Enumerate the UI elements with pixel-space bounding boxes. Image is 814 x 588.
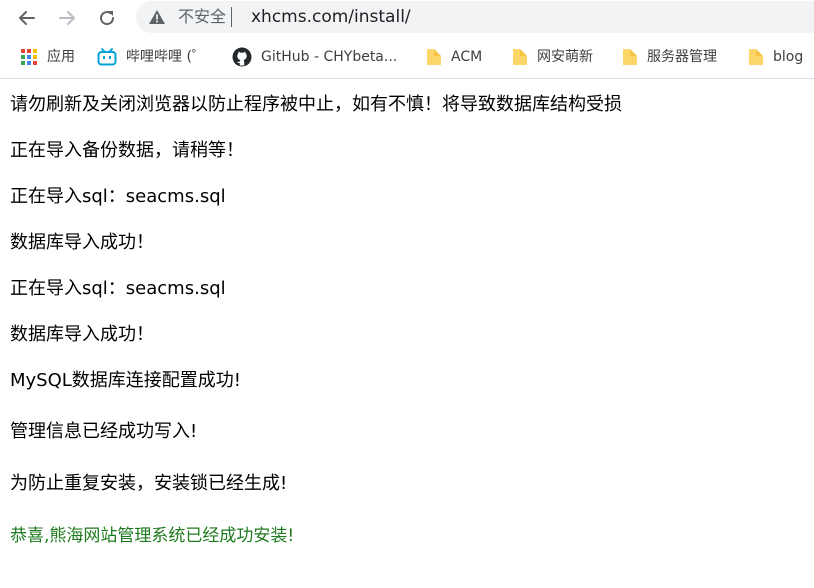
bookmark-apps[interactable]: 应用 bbox=[20, 47, 75, 67]
log-line-importing-sql: 正在导入sql：seacms.sql bbox=[10, 278, 226, 299]
bookmark-folder-acm[interactable]: ACM bbox=[426, 47, 482, 67]
bookmarks-bar: 应用 哔哩哔哩 (゜ GitHub - CHYbeta... ACM 网安萌新 bbox=[0, 36, 814, 79]
url-text[interactable]: xhcms.com/install/ bbox=[251, 7, 411, 27]
bilibili-icon bbox=[97, 48, 117, 66]
log-line-importing-backup: 正在导入备份数据，请稍等！ bbox=[10, 140, 244, 161]
install-success-message: 恭喜,熊海网站管理系统已经成功安装! bbox=[10, 526, 295, 546]
bookmark-label: 应用 bbox=[47, 49, 75, 65]
log-line-mysql-config-success: MySQL数据库连接配置成功! bbox=[10, 370, 242, 391]
log-line-importing-sql: 正在导入sql：seacms.sql bbox=[10, 186, 226, 207]
url-separator bbox=[231, 7, 232, 27]
forward-arrow-icon bbox=[59, 11, 75, 25]
github-icon bbox=[232, 47, 252, 67]
bookmark-folder-server[interactable]: 服务器管理 bbox=[622, 47, 717, 67]
log-line-admin-info-written: 管理信息已经成功写入! bbox=[10, 421, 198, 442]
log-line-db-import-success: 数据库导入成功！ bbox=[10, 324, 154, 345]
bookmark-label: blog bbox=[773, 49, 804, 65]
log-line-install-lock: 为防止重复安装，安装锁已经生成! bbox=[10, 473, 288, 494]
bookmark-label: 网安萌新 bbox=[537, 49, 593, 65]
bookmark-label: 服务器管理 bbox=[647, 49, 717, 65]
bookmark-bilibili[interactable]: 哔哩哔哩 (゜ bbox=[97, 47, 206, 67]
security-label[interactable]: 不安全 bbox=[178, 7, 226, 27]
warning-triangle-icon[interactable] bbox=[148, 9, 166, 25]
folder-icon bbox=[749, 49, 763, 65]
address-bar[interactable]: 不安全 xhcms.com/install/ bbox=[136, 1, 814, 33]
bookmark-github[interactable]: GitHub - CHYbeta... bbox=[232, 47, 397, 67]
bookmark-folder-blog[interactable]: blog bbox=[748, 47, 803, 67]
back-arrow-icon bbox=[19, 11, 35, 25]
folder-icon bbox=[427, 49, 441, 65]
reload-icon bbox=[100, 11, 115, 26]
back-button[interactable] bbox=[14, 5, 40, 31]
folder-icon bbox=[623, 49, 637, 65]
bookmark-folder-security[interactable]: 网安萌新 bbox=[512, 47, 593, 67]
log-line-warning: 请勿刷新及关闭浏览器以防止程序被中止，如有不慎！将导致数据库结构受损 bbox=[10, 94, 622, 115]
folder-icon bbox=[513, 49, 527, 65]
bookmark-label: ACM bbox=[451, 49, 483, 65]
browser-toolbar: 不安全 xhcms.com/install/ bbox=[0, 0, 814, 36]
bookmark-label: 哔哩哔哩 (゜ bbox=[126, 49, 206, 65]
apps-grid-icon bbox=[21, 49, 37, 65]
reload-button[interactable] bbox=[94, 5, 120, 31]
log-line-db-import-success: 数据库导入成功！ bbox=[10, 232, 154, 253]
forward-button[interactable] bbox=[54, 5, 80, 31]
bookmark-label: GitHub - CHYbeta... bbox=[261, 49, 398, 65]
